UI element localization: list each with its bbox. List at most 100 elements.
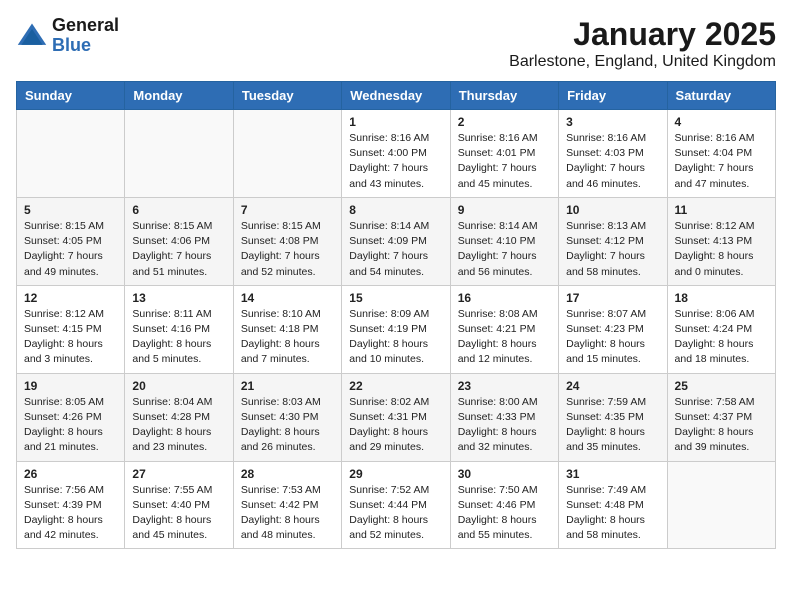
title-section: January 2025 Barlestone, England, United… — [509, 16, 776, 71]
calendar-week-row: 12 Sunrise: 8:12 AM Sunset: 4:15 PM Dayli… — [17, 285, 776, 373]
calendar-week-row: 5 Sunrise: 8:15 AM Sunset: 4:05 PM Daylig… — [17, 197, 776, 285]
calendar-cell: 21 Sunrise: 8:03 AM Sunset: 4:30 PM Dayli… — [233, 373, 341, 461]
day-info: Sunrise: 8:14 AM Sunset: 4:10 PM Dayligh… — [458, 219, 551, 280]
day-info: Sunrise: 8:00 AM Sunset: 4:33 PM Dayligh… — [458, 395, 551, 456]
day-number: 20 — [132, 379, 225, 393]
calendar-cell: 6 Sunrise: 8:15 AM Sunset: 4:06 PM Daylig… — [125, 197, 233, 285]
day-header-wednesday: Wednesday — [342, 82, 450, 110]
day-info: Sunrise: 8:16 AM Sunset: 4:03 PM Dayligh… — [566, 131, 659, 192]
day-info: Sunrise: 8:06 AM Sunset: 4:24 PM Dayligh… — [675, 307, 768, 368]
day-number: 17 — [566, 291, 659, 305]
day-info: Sunrise: 8:15 AM Sunset: 4:06 PM Dayligh… — [132, 219, 225, 280]
day-info: Sunrise: 7:56 AM Sunset: 4:39 PM Dayligh… — [24, 483, 117, 544]
calendar-cell: 29 Sunrise: 7:52 AM Sunset: 4:44 PM Dayli… — [342, 461, 450, 549]
day-number: 30 — [458, 467, 551, 481]
day-info: Sunrise: 7:59 AM Sunset: 4:35 PM Dayligh… — [566, 395, 659, 456]
day-number: 3 — [566, 115, 659, 129]
day-number: 6 — [132, 203, 225, 217]
day-number: 12 — [24, 291, 117, 305]
day-info: Sunrise: 8:03 AM Sunset: 4:30 PM Dayligh… — [241, 395, 334, 456]
day-number: 21 — [241, 379, 334, 393]
month-title: January 2025 — [509, 16, 776, 53]
calendar-cell: 9 Sunrise: 8:14 AM Sunset: 4:10 PM Daylig… — [450, 197, 558, 285]
day-number: 14 — [241, 291, 334, 305]
calendar-cell: 26Sunrise: 7:56 AM Sunset: 4:39 PM Dayli… — [17, 461, 125, 549]
day-info: Sunrise: 8:12 AM Sunset: 4:13 PM Dayligh… — [675, 219, 768, 280]
calendar-cell: 8Sunrise: 8:14 AM Sunset: 4:09 PM Daylig… — [342, 197, 450, 285]
calendar-cell: 31 Sunrise: 7:49 AM Sunset: 4:48 PM Dayli… — [559, 461, 667, 549]
calendar-week-row: 19Sunrise: 8:05 AM Sunset: 4:26 PM Dayli… — [17, 373, 776, 461]
logo-icon — [16, 20, 48, 52]
day-info: Sunrise: 8:04 AM Sunset: 4:28 PM Dayligh… — [132, 395, 225, 456]
day-info: Sunrise: 8:08 AM Sunset: 4:21 PM Dayligh… — [458, 307, 551, 368]
calendar-cell — [125, 110, 233, 198]
calendar-header-row: SundayMondayTuesdayWednesdayThursdayFrid… — [17, 82, 776, 110]
calendar-week-row: 1 Sunrise: 8:16 AM Sunset: 4:00 PM Daylig… — [17, 110, 776, 198]
calendar-cell: 19Sunrise: 8:05 AM Sunset: 4:26 PM Dayli… — [17, 373, 125, 461]
day-info: Sunrise: 7:53 AM Sunset: 4:42 PM Dayligh… — [241, 483, 334, 544]
calendar-cell: 14Sunrise: 8:10 AM Sunset: 4:18 PM Dayli… — [233, 285, 341, 373]
day-number: 28 — [241, 467, 334, 481]
day-info: Sunrise: 8:07 AM Sunset: 4:23 PM Dayligh… — [566, 307, 659, 368]
day-number: 19 — [24, 379, 117, 393]
day-info: Sunrise: 8:09 AM Sunset: 4:19 PM Dayligh… — [349, 307, 442, 368]
day-number: 11 — [675, 203, 768, 217]
day-info: Sunrise: 7:55 AM Sunset: 4:40 PM Dayligh… — [132, 483, 225, 544]
calendar-cell: 17 Sunrise: 8:07 AM Sunset: 4:23 PM Dayli… — [559, 285, 667, 373]
calendar-cell: 23 Sunrise: 8:00 AM Sunset: 4:33 PM Dayli… — [450, 373, 558, 461]
calendar-cell — [17, 110, 125, 198]
day-number: 1 — [349, 115, 442, 129]
day-header-tuesday: Tuesday — [233, 82, 341, 110]
day-number: 29 — [349, 467, 442, 481]
day-info: Sunrise: 8:14 AM Sunset: 4:09 PM Dayligh… — [349, 219, 442, 280]
calendar-cell: 11 Sunrise: 8:12 AM Sunset: 4:13 PM Dayli… — [667, 197, 775, 285]
day-info: Sunrise: 8:13 AM Sunset: 4:12 PM Dayligh… — [566, 219, 659, 280]
day-number: 24 — [566, 379, 659, 393]
day-info: Sunrise: 7:58 AM Sunset: 4:37 PM Dayligh… — [675, 395, 768, 456]
day-number: 7 — [241, 203, 334, 217]
day-number: 10 — [566, 203, 659, 217]
day-header-sunday: Sunday — [17, 82, 125, 110]
calendar-cell: 2Sunrise: 8:16 AM Sunset: 4:01 PM Daylig… — [450, 110, 558, 198]
day-header-saturday: Saturday — [667, 82, 775, 110]
calendar-cell: 20 Sunrise: 8:04 AM Sunset: 4:28 PM Dayli… — [125, 373, 233, 461]
day-info: Sunrise: 7:49 AM Sunset: 4:48 PM Dayligh… — [566, 483, 659, 544]
calendar-cell: 27Sunrise: 7:55 AM Sunset: 4:40 PM Dayli… — [125, 461, 233, 549]
day-info: Sunrise: 7:50 AM Sunset: 4:46 PM Dayligh… — [458, 483, 551, 544]
calendar-cell: 28 Sunrise: 7:53 AM Sunset: 4:42 PM Dayli… — [233, 461, 341, 549]
day-number: 4 — [675, 115, 768, 129]
day-number: 25 — [675, 379, 768, 393]
logo-blue-text: Blue — [52, 36, 119, 56]
day-number: 31 — [566, 467, 659, 481]
calendar-cell: 13 Sunrise: 8:11 AM Sunset: 4:16 PM Dayli… — [125, 285, 233, 373]
day-number: 9 — [458, 203, 551, 217]
calendar-cell: 10 Sunrise: 8:13 AM Sunset: 4:12 PM Dayli… — [559, 197, 667, 285]
calendar-cell: 1 Sunrise: 8:16 AM Sunset: 4:00 PM Daylig… — [342, 110, 450, 198]
day-number: 5 — [24, 203, 117, 217]
calendar-cell: 16 Sunrise: 8:08 AM Sunset: 4:21 PM Dayli… — [450, 285, 558, 373]
day-info: Sunrise: 8:16 AM Sunset: 4:00 PM Dayligh… — [349, 131, 442, 192]
calendar-cell: 25 Sunrise: 7:58 AM Sunset: 4:37 PM Dayli… — [667, 373, 775, 461]
day-number: 22 — [349, 379, 442, 393]
day-info: Sunrise: 8:11 AM Sunset: 4:16 PM Dayligh… — [132, 307, 225, 368]
logo-general-text: General — [52, 16, 119, 36]
day-info: Sunrise: 7:52 AM Sunset: 4:44 PM Dayligh… — [349, 483, 442, 544]
calendar-cell: 4 Sunrise: 8:16 AM Sunset: 4:04 PM Daylig… — [667, 110, 775, 198]
calendar-cell — [233, 110, 341, 198]
day-info: Sunrise: 8:16 AM Sunset: 4:04 PM Dayligh… — [675, 131, 768, 192]
day-number: 18 — [675, 291, 768, 305]
day-info: Sunrise: 8:15 AM Sunset: 4:08 PM Dayligh… — [241, 219, 334, 280]
day-info: Sunrise: 8:16 AM Sunset: 4:01 PM Dayligh… — [458, 131, 551, 192]
calendar-cell: 30 Sunrise: 7:50 AM Sunset: 4:46 PM Dayli… — [450, 461, 558, 549]
calendar-week-row: 26Sunrise: 7:56 AM Sunset: 4:39 PM Dayli… — [17, 461, 776, 549]
day-number: 15 — [349, 291, 442, 305]
day-number: 23 — [458, 379, 551, 393]
day-info: Sunrise: 8:02 AM Sunset: 4:31 PM Dayligh… — [349, 395, 442, 456]
day-header-friday: Friday — [559, 82, 667, 110]
day-number: 13 — [132, 291, 225, 305]
calendar-cell: 15 Sunrise: 8:09 AM Sunset: 4:19 PM Dayli… — [342, 285, 450, 373]
day-info: Sunrise: 8:12 AM Sunset: 4:15 PM Dayligh… — [24, 307, 117, 368]
day-info: Sunrise: 8:15 AM Sunset: 4:05 PM Dayligh… — [24, 219, 117, 280]
day-number: 16 — [458, 291, 551, 305]
calendar-cell: 24 Sunrise: 7:59 AM Sunset: 4:35 PM Dayli… — [559, 373, 667, 461]
